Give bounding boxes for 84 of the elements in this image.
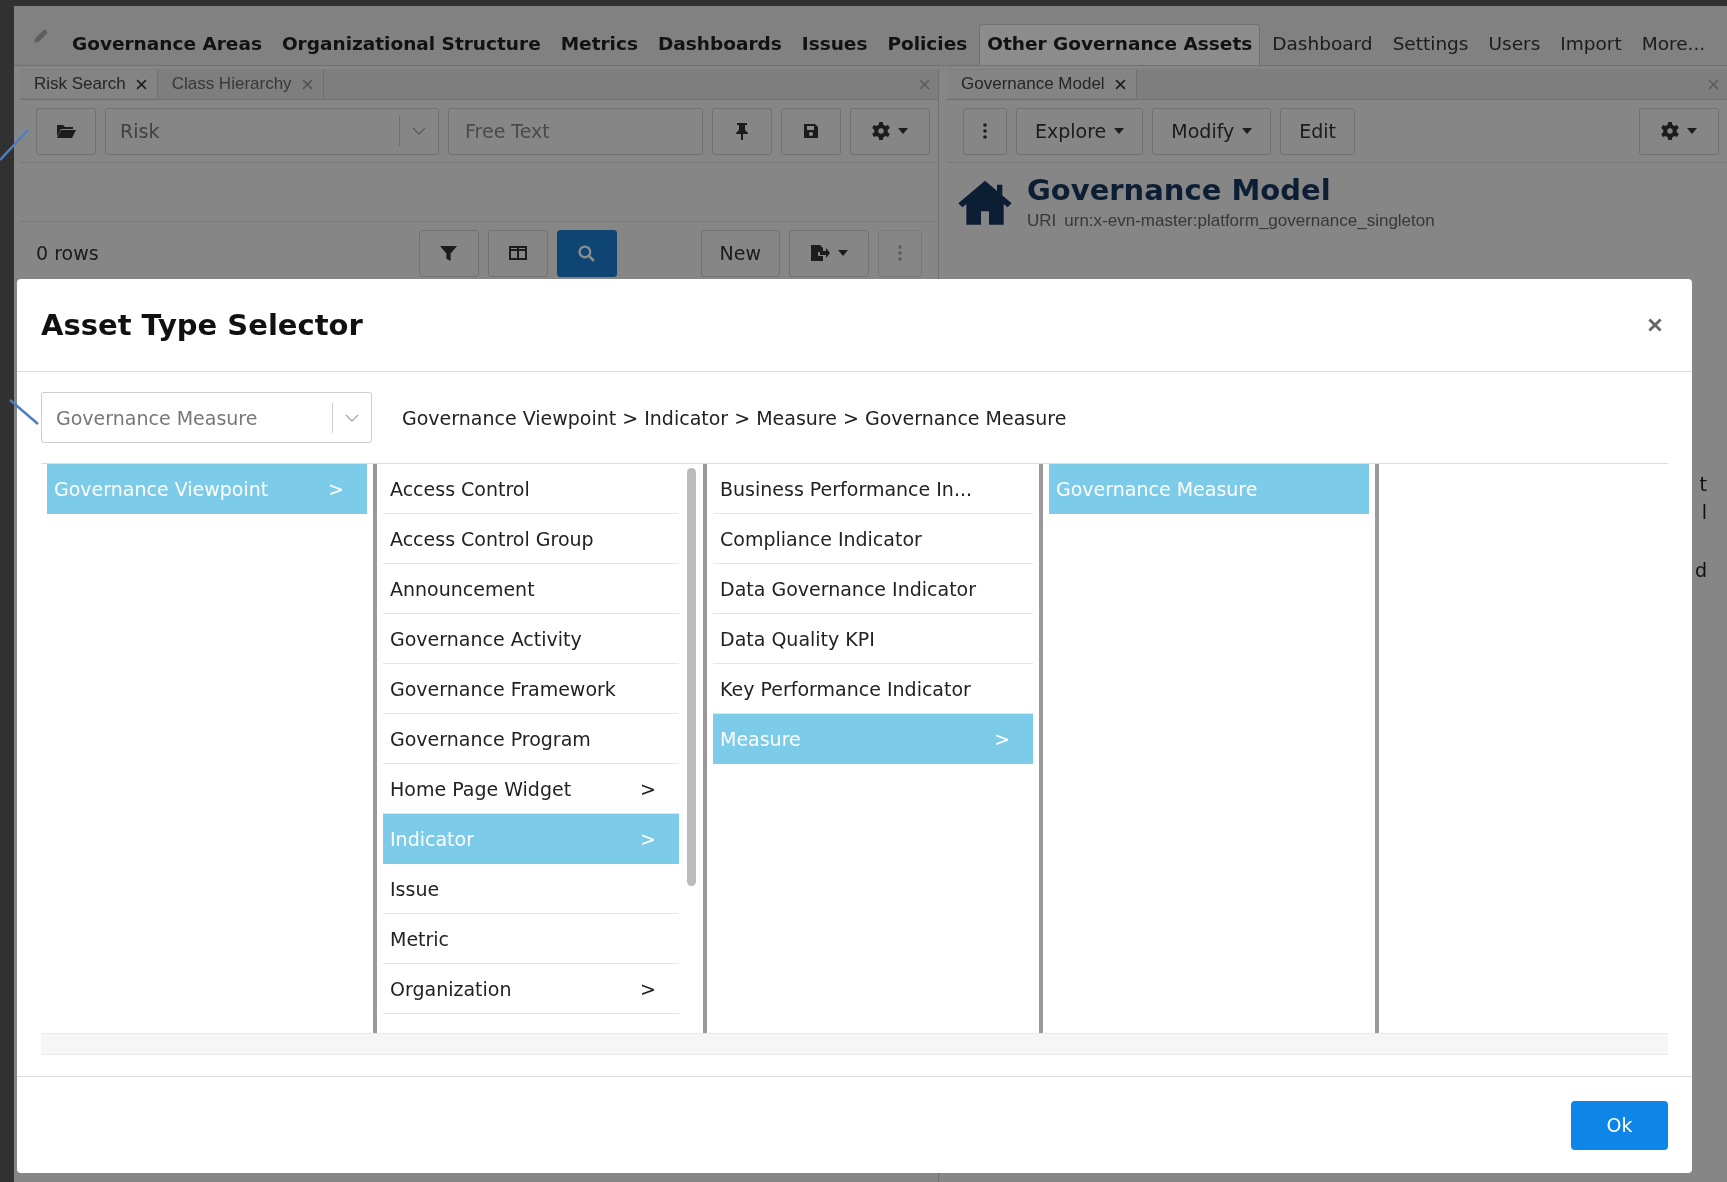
nav-link[interactable]: Governance Areas xyxy=(64,24,270,65)
settings-button[interactable] xyxy=(1639,107,1719,155)
ok-button[interactable]: Ok xyxy=(1571,1100,1668,1150)
close-icon xyxy=(1708,78,1719,90)
pin-button[interactable] xyxy=(712,107,772,155)
list-item[interactable]: Issue xyxy=(383,864,679,914)
type-dropdown[interactable]: Governance Measure xyxy=(41,392,372,443)
save-button[interactable] xyxy=(781,107,841,155)
text-fragment: d xyxy=(1694,559,1707,581)
asset-title: Governance Model xyxy=(1027,173,1332,207)
list-item[interactable]: Governance Activity xyxy=(383,614,679,664)
close-icon xyxy=(301,78,313,90)
caret-icon xyxy=(898,128,908,134)
nav-link[interactable]: Issues xyxy=(793,24,876,65)
pin-icon xyxy=(735,122,749,140)
chevron-down-icon xyxy=(345,413,359,422)
nav-link[interactable]: More... xyxy=(1633,24,1714,65)
list-item[interactable]: Data Governance Indicator xyxy=(713,564,1033,614)
gear-icon xyxy=(1661,122,1679,140)
gear-icon xyxy=(872,122,890,140)
caret-icon xyxy=(838,250,848,256)
text-fragment: l xyxy=(1701,501,1707,523)
scrollbar-thumb[interactable] xyxy=(687,468,696,886)
row-count: 0 rows xyxy=(36,242,99,264)
list-item[interactable]: Access Control xyxy=(383,464,679,514)
uri-value: urn:x-evn-master:platform_governance_singleton xyxy=(1064,211,1435,231)
horizontal-scrollbar[interactable] xyxy=(41,1033,1668,1055)
uri-label: URI xyxy=(1027,211,1057,231)
panel-tab[interactable]: Risk Search xyxy=(20,70,158,98)
columns-icon xyxy=(508,246,527,260)
save-icon xyxy=(803,123,819,139)
panel-tab[interactable]: Class Hierarchy xyxy=(157,70,324,98)
list-item[interactable]: Organization > xyxy=(383,964,679,1014)
nav-link[interactable]: Organizational Structure xyxy=(273,24,549,65)
caret-icon xyxy=(1242,128,1253,134)
caret-icon xyxy=(1114,128,1125,134)
new-button[interactable]: New xyxy=(700,229,780,277)
nav-link[interactable]: Import xyxy=(1552,24,1630,65)
nav-link[interactable]: Policies xyxy=(879,24,976,65)
nav-link[interactable]: Metrics xyxy=(552,24,646,65)
export-button[interactable] xyxy=(789,229,869,277)
breadcrumb: Governance Viewpoint > Indicator > Measure > Governance Measure xyxy=(402,406,1067,429)
folder-button[interactable] xyxy=(36,107,96,155)
vertical-dots-icon xyxy=(898,245,902,261)
close-icon xyxy=(919,78,930,90)
list-item[interactable]: Governance Program xyxy=(383,714,679,764)
search-icon xyxy=(578,244,596,262)
text-fragment: t xyxy=(1699,473,1707,495)
leader-line xyxy=(0,129,29,161)
panel-tab[interactable]: Governance Model xyxy=(947,70,1137,98)
leader-line xyxy=(9,399,39,425)
nav-link[interactable]: Dashboards xyxy=(649,24,790,65)
list-item[interactable]: Access Control Group xyxy=(383,514,679,564)
filter-icon xyxy=(440,244,458,262)
filter-button[interactable] xyxy=(418,229,479,277)
list-item[interactable]: Announcement xyxy=(383,564,679,614)
nav-tab[interactable]: Other Governance Assets xyxy=(979,24,1261,65)
search-button[interactable] xyxy=(556,229,617,277)
vertical-dots-icon xyxy=(983,123,987,139)
dropdown-button[interactable]: Explore xyxy=(1016,107,1144,155)
search-field[interactable]: Free Text xyxy=(448,107,703,155)
dialog-title: Asset Type Selector xyxy=(41,308,364,342)
settings-button[interactable] xyxy=(850,107,930,155)
chevron-down-icon xyxy=(412,127,426,135)
list-item[interactable]: Governance Framework xyxy=(383,664,679,714)
edit-button[interactable]: Edit xyxy=(1280,107,1356,155)
folder-icon xyxy=(56,123,76,139)
list-item[interactable]: Business Performance In... xyxy=(713,464,1033,514)
nav-link[interactable]: Users xyxy=(1480,24,1549,65)
columns-button[interactable] xyxy=(487,229,548,277)
type-dropdown[interactable]: Risk xyxy=(105,107,439,155)
list-item[interactable]: Metric xyxy=(383,914,679,964)
close-icon xyxy=(135,78,147,90)
caret-icon xyxy=(1687,128,1697,134)
close-icon xyxy=(1648,318,1662,332)
list-item[interactable]: Compliance Indicator xyxy=(713,514,1033,564)
dropdown-button[interactable]: Modify xyxy=(1152,107,1272,155)
nav-link[interactable]: Settings xyxy=(1384,24,1477,65)
nav-link[interactable]: Dashboard xyxy=(1264,24,1381,65)
pencil-icon xyxy=(32,26,50,45)
list-item[interactable]: Data Quality KPI xyxy=(713,614,1033,664)
export-icon xyxy=(810,244,830,262)
close-icon xyxy=(1114,78,1126,90)
house-icon xyxy=(957,178,1013,226)
